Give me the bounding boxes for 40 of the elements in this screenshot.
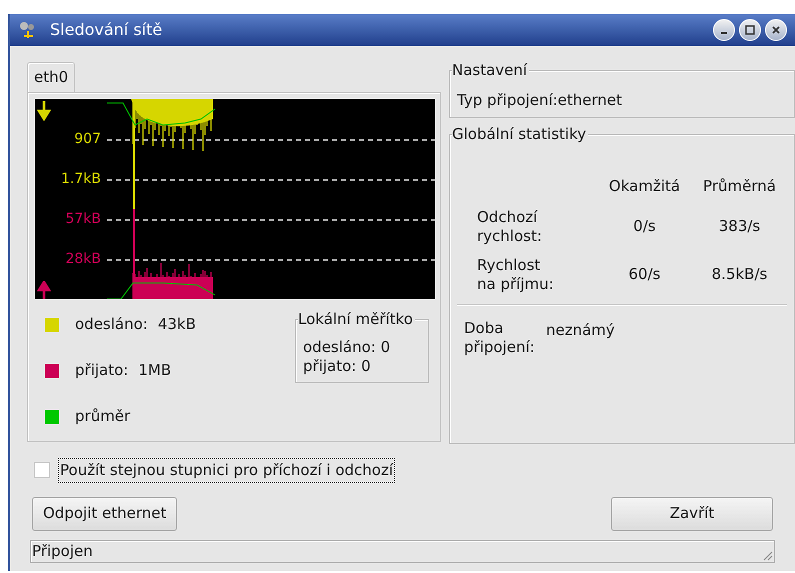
status-text: Připojen — [32, 540, 93, 562]
maximize-icon — [744, 24, 756, 36]
tab[interactable]: eth0 — [27, 62, 76, 92]
disconnect-button[interactable]: Odpojit ethernet — [32, 496, 178, 530]
scale-label: 57kB — [65, 212, 101, 226]
window-title: Sledování sítě — [50, 19, 164, 41]
scale-label: 907 — [74, 132, 101, 146]
arrow-down-icon — [37, 101, 51, 121]
local-scale-value: přijato: 0 — [303, 357, 372, 376]
column-header: Okamžitá — [608, 176, 682, 197]
setting-label: Typ připojení: — [457, 90, 558, 111]
uptime-value: neznámý — [546, 320, 615, 340]
setting-value: ethernet — [558, 90, 622, 111]
close-dialog-button[interactable]: Zavřít — [611, 496, 773, 530]
group-title: Globální statistiky — [452, 125, 588, 143]
resize-grip-icon — [761, 548, 773, 560]
legend-value: 1MB — [138, 360, 172, 382]
row-label: Odchozí rychlost: — [477, 208, 543, 246]
stat-value: 8.5kB/s — [710, 264, 768, 286]
column-header: Průměrná — [702, 176, 777, 197]
stat-value: 60/s — [628, 264, 662, 286]
close-button[interactable] — [765, 19, 787, 41]
maximize-button[interactable] — [739, 19, 761, 41]
minimize-icon — [720, 32, 728, 34]
checkbox[interactable] — [34, 462, 50, 478]
local-scale-value: odesláno: 0 — [303, 338, 392, 357]
row-label: Rychlost na příjmu: — [477, 256, 555, 294]
minimize-button[interactable] — [713, 19, 735, 41]
close-icon — [770, 24, 782, 36]
stat-value: 0/s — [632, 216, 657, 238]
arrow-up-icon — [37, 281, 51, 299]
legend-label: přijato: — [75, 360, 128, 382]
uptime-label: Doba připojení: — [464, 318, 536, 356]
legend-value: 43kB — [158, 314, 196, 336]
legend-label: odesláno: — [75, 314, 148, 336]
checkbox-label: Použít stejnou stupnici pro příchozí i odchozí — [58, 458, 396, 482]
scale-label: 28kB — [65, 252, 101, 266]
stat-value: 383/s — [718, 216, 762, 238]
scale-label: 1.7kB — [61, 172, 101, 186]
legend-label: průměr — [75, 406, 130, 428]
